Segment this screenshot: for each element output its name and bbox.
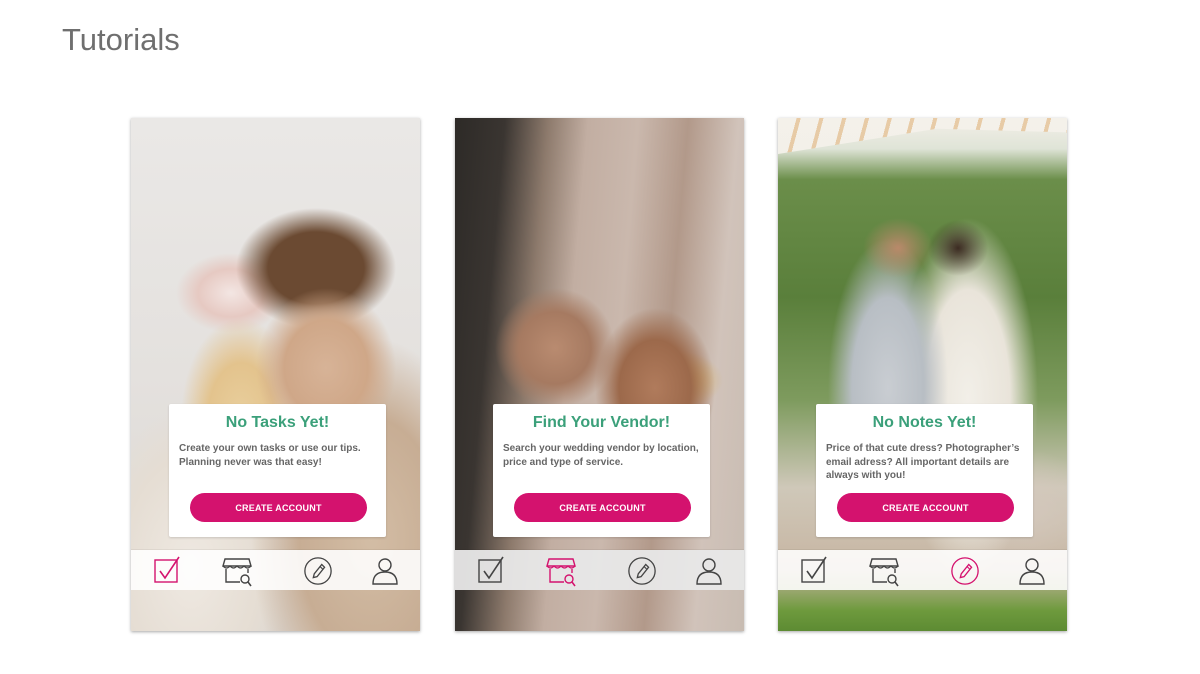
tab-profile[interactable] xyxy=(1012,554,1052,588)
tutorial-screen-tasks: No Tasks Yet! Create your own tasks or u… xyxy=(131,118,420,631)
card-title: No Notes Yet! xyxy=(872,414,977,431)
tutorial-card: Find Your Vendor! Search your wedding ve… xyxy=(493,404,710,537)
store-search-icon xyxy=(222,555,252,587)
tutorial-card: No Tasks Yet! Create your own tasks or u… xyxy=(169,404,386,537)
checkbox-icon xyxy=(799,555,829,587)
create-account-button[interactable]: CREATE ACCOUNT xyxy=(190,493,367,522)
store-search-icon xyxy=(869,555,899,587)
tab-tasks[interactable] xyxy=(471,554,511,588)
create-account-button[interactable]: CREATE ACCOUNT xyxy=(837,493,1014,522)
checkbox-icon xyxy=(476,555,506,587)
tab-profile[interactable] xyxy=(365,554,405,588)
tab-notes[interactable] xyxy=(622,554,662,588)
card-title: Find Your Vendor! xyxy=(532,414,671,431)
user-icon xyxy=(694,555,724,587)
card-description: Search your wedding vendor by location, … xyxy=(503,443,699,468)
user-icon xyxy=(370,555,400,587)
tab-bar xyxy=(778,550,1067,590)
tab-bar xyxy=(455,550,744,590)
card-title: No Tasks Yet! xyxy=(225,414,330,431)
tutorial-screen-vendor: Find Your Vendor! Search your wedding ve… xyxy=(455,118,744,631)
tutorial-card: No Notes Yet! Price of that cute dress? … xyxy=(816,404,1033,537)
user-icon xyxy=(1017,555,1047,587)
card-description: Create your own tasks or use our tips. P… xyxy=(179,443,361,468)
tab-tasks[interactable] xyxy=(794,554,834,588)
tab-profile[interactable] xyxy=(689,554,729,588)
create-account-button[interactable]: CREATE ACCOUNT xyxy=(514,493,691,522)
tab-notes[interactable] xyxy=(945,554,985,588)
checkbox-icon xyxy=(152,555,182,587)
pencil-icon xyxy=(950,555,980,587)
card-description: Price of that cute dress? Photographer’s… xyxy=(826,443,1020,481)
tab-vendors[interactable] xyxy=(217,554,257,588)
pencil-icon xyxy=(627,555,657,587)
tutorial-screen-notes: No Notes Yet! Price of that cute dress? … xyxy=(778,118,1067,631)
pencil-icon xyxy=(303,555,333,587)
tab-vendors[interactable] xyxy=(864,554,904,588)
tab-vendors[interactable] xyxy=(541,554,581,588)
tab-tasks[interactable] xyxy=(147,554,187,588)
tab-notes[interactable] xyxy=(298,554,338,588)
page-title: Tutorials xyxy=(62,22,180,57)
tab-bar xyxy=(131,550,420,590)
store-search-icon xyxy=(546,555,576,587)
